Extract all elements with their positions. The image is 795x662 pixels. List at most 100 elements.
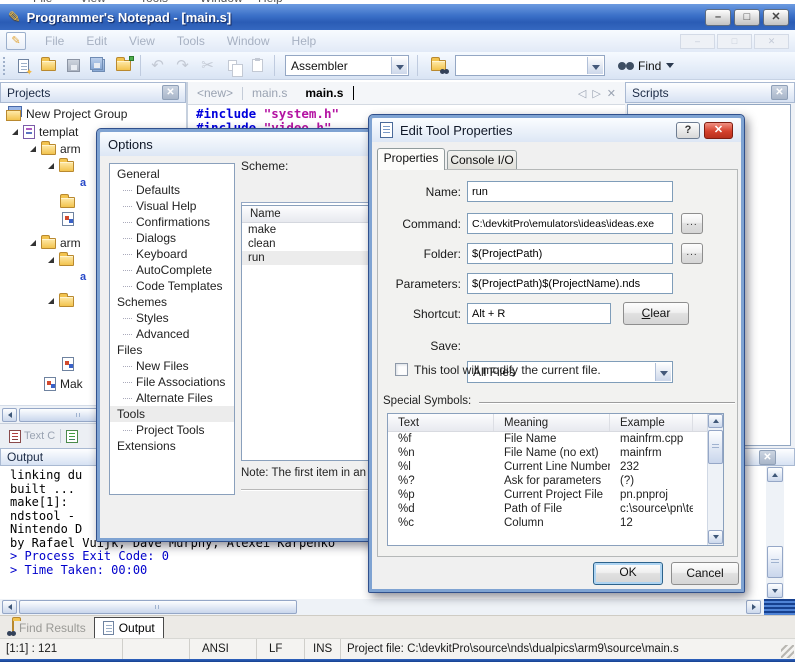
options-tree-item[interactable]: Defaults: [110, 182, 234, 198]
help-button[interactable]: ?: [676, 122, 700, 139]
find-button-icon-part[interactable]: [613, 55, 638, 77]
options-tree-item[interactable]: Dialogs: [110, 230, 234, 246]
projects-close-icon[interactable]: ✕: [162, 85, 179, 100]
options-tree-item[interactable]: Confirmations: [110, 214, 234, 230]
scroll-down-icon[interactable]: [767, 583, 783, 598]
options-tree-item[interactable]: Code Templates: [110, 278, 234, 294]
scroll-thumb[interactable]: [767, 546, 783, 578]
menu-edit[interactable]: Edit: [75, 34, 118, 48]
expand-triangle-icon[interactable]: [48, 298, 54, 304]
browse-folder-button[interactable]: ...: [681, 243, 703, 264]
scroll-thumb[interactable]: [19, 600, 297, 614]
column-header-text[interactable]: Text: [388, 414, 494, 431]
scroll-thumb[interactable]: [708, 430, 723, 464]
tree-item-folder[interactable]: [48, 293, 78, 309]
tab-text-clips[interactable]: Text C: [4, 428, 60, 445]
expand-triangle-icon[interactable]: [48, 163, 54, 169]
tab-scroll-right-icon[interactable]: ▷: [589, 87, 603, 100]
column-header-example[interactable]: Example: [610, 414, 693, 431]
chevron-down-icon[interactable]: [391, 57, 407, 74]
options-tree-item[interactable]: File Associations: [110, 374, 234, 390]
tree-item-folder[interactable]: [48, 252, 78, 268]
output-vscrollbar[interactable]: [766, 466, 784, 599]
expand-triangle-icon[interactable]: [30, 146, 36, 152]
options-tree-item[interactable]: Files: [110, 342, 234, 358]
chevron-down-icon[interactable]: [655, 363, 671, 381]
menu-tools[interactable]: Tools: [166, 34, 216, 48]
command-input[interactable]: C:\devkitPro\emulators\ideas\ideas.exe: [467, 213, 673, 234]
tab-scroll-left-icon[interactable]: ◁: [575, 87, 589, 100]
minimize-button[interactable]: –: [705, 9, 731, 26]
scroll-left-icon[interactable]: [2, 408, 17, 422]
tree-item-folder[interactable]: arm: [30, 141, 81, 157]
cut-button[interactable]: ✂: [195, 55, 220, 77]
symbols-table-header[interactable]: Text Meaning Example: [388, 414, 723, 432]
tab-main-s-active[interactable]: main.s: [296, 86, 352, 100]
tab-projects-icon-only[interactable]: [61, 428, 83, 445]
open-file-button[interactable]: [36, 55, 61, 77]
tab-properties[interactable]: Properties: [377, 148, 445, 170]
scripts-close-icon[interactable]: ✕: [771, 85, 788, 100]
scroll-up-icon[interactable]: [708, 414, 723, 428]
options-tree-item[interactable]: Extensions: [110, 438, 234, 454]
tree-item-file[interactable]: [62, 211, 78, 227]
toolbar-grip[interactable]: [3, 57, 7, 75]
browse-command-button[interactable]: ...: [681, 213, 703, 234]
parameters-input[interactable]: $(ProjectPath)$(ProjectName).nds: [467, 273, 673, 294]
output-close-icon[interactable]: ✕: [759, 450, 776, 465]
tool-dialog-titlebar[interactable]: Edit Tool Properties ? ✕: [372, 118, 741, 142]
resize-grip[interactable]: [781, 645, 794, 658]
modify-file-checkbox[interactable]: [395, 363, 408, 376]
splitter-grip[interactable]: [764, 599, 795, 615]
options-tree-item[interactable]: New Files: [110, 358, 234, 374]
options-tree-item[interactable]: General: [110, 166, 234, 182]
options-tree-item[interactable]: AutoComplete: [110, 262, 234, 278]
expand-triangle-icon[interactable]: [30, 240, 36, 246]
find-dropdown-caret-icon[interactable]: [666, 63, 674, 72]
clear-button[interactable]: Clear: [623, 302, 689, 325]
folder-input[interactable]: $(ProjectPath): [467, 243, 673, 264]
options-tree-item[interactable]: Styles: [110, 310, 234, 326]
column-header-meaning[interactable]: Meaning: [494, 414, 610, 431]
scroll-left-icon[interactable]: [2, 600, 17, 614]
maximize-button[interactable]: □: [734, 9, 760, 26]
menu-window[interactable]: Window: [216, 34, 281, 48]
options-category-tree[interactable]: General Defaults Visual Help Confirmatio…: [109, 163, 235, 495]
paste-button[interactable]: [245, 55, 270, 77]
find-button[interactable]: Find: [638, 59, 661, 73]
tree-item-folder[interactable]: [48, 158, 78, 174]
scroll-up-icon[interactable]: [767, 467, 783, 482]
special-symbols-table[interactable]: Text Meaning Example %fFile Namemainfrm.…: [387, 413, 724, 546]
options-tree-item[interactable]: Visual Help: [110, 198, 234, 214]
symbols-vscrollbar[interactable]: [707, 414, 723, 545]
dialog-close-button[interactable]: ✕: [704, 122, 733, 139]
output-hscrollbar[interactable]: [0, 599, 764, 615]
shortcut-input[interactable]: Alt + R: [467, 303, 611, 324]
tree-item-project-group[interactable]: New Project Group: [6, 106, 127, 122]
scroll-down-icon[interactable]: [708, 530, 723, 544]
new-file-button[interactable]: ✦: [11, 55, 36, 77]
name-input[interactable]: run: [467, 181, 673, 202]
tree-item-folder[interactable]: arm: [30, 235, 81, 251]
tree-item-file[interactable]: [62, 356, 78, 372]
options-tree-item[interactable]: Schemes: [110, 294, 234, 310]
expand-triangle-icon[interactable]: [48, 257, 54, 263]
cancel-button[interactable]: Cancel: [671, 562, 739, 585]
options-tree-item[interactable]: Project Tools: [110, 422, 234, 438]
tab-close-icon[interactable]: ✕: [604, 87, 619, 100]
options-tree-item[interactable]: Advanced: [110, 326, 234, 342]
options-tree-item-selected[interactable]: Tools: [110, 406, 234, 422]
scroll-right-icon[interactable]: [746, 600, 761, 614]
save-button[interactable]: [61, 55, 86, 77]
tab-new[interactable]: <new>: [188, 86, 242, 100]
ok-button[interactable]: OK: [593, 562, 663, 585]
tree-item-folder[interactable]: [60, 194, 79, 210]
tree-item-file[interactable]: a: [80, 175, 86, 191]
tab-find-results[interactable]: Find Results: [4, 617, 94, 638]
save-all-button[interactable]: [86, 55, 111, 77]
tab-output[interactable]: Output: [94, 617, 164, 638]
menu-help[interactable]: Help: [281, 34, 328, 48]
tree-item-file[interactable]: a: [80, 269, 86, 285]
tree-item-makefile[interactable]: Mak: [44, 376, 83, 392]
options-tree-item[interactable]: Keyboard: [110, 246, 234, 262]
